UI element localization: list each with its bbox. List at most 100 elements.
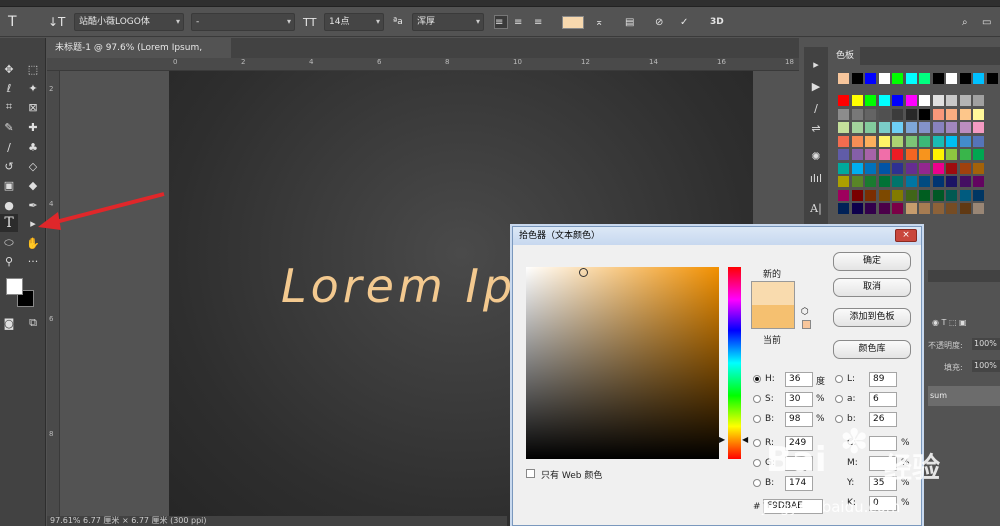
3d-icon[interactable]: 3D: [710, 13, 724, 31]
hue-slider-left-arrow[interactable]: ▶: [719, 435, 725, 444]
swatch[interactable]: [892, 203, 903, 214]
swatch[interactable]: [878, 95, 890, 106]
font-size-select[interactable]: 14点 ▾: [324, 13, 384, 31]
swatch[interactable]: [919, 73, 930, 84]
history-panel-icon[interactable]: ▸: [807, 55, 825, 73]
swatch[interactable]: [865, 135, 876, 147]
swatches-tab[interactable]: 色板: [830, 47, 861, 65]
swatch[interactable]: [959, 189, 971, 201]
swatch[interactable]: [919, 108, 930, 120]
swatch[interactable]: [973, 189, 984, 201]
swatch[interactable]: [959, 203, 971, 214]
swatch[interactable]: [878, 189, 890, 201]
workspace-icon[interactable]: ▭: [982, 13, 991, 31]
swatch[interactable]: [973, 203, 984, 214]
opacity-input[interactable]: 100%: [972, 338, 1000, 350]
history-brush-icon[interactable]: ↺: [0, 157, 18, 175]
swatch[interactable]: [878, 162, 890, 174]
align-right-button[interactable]: ≡: [534, 13, 542, 31]
search-icon[interactable]: ⌕: [962, 13, 968, 31]
swatch[interactable]: [905, 108, 917, 120]
menu-bar[interactable]: [0, 0, 1000, 7]
web-safe-swatch[interactable]: [802, 320, 811, 329]
histogram-icon[interactable]: ılıl: [807, 169, 825, 187]
swatch[interactable]: [878, 135, 890, 147]
swatch[interactable]: [932, 108, 944, 120]
swatch[interactable]: [838, 122, 849, 133]
layer-row[interactable]: sum: [928, 386, 1000, 406]
swatch[interactable]: [838, 176, 849, 187]
font-style-select[interactable]: - ▾: [191, 13, 295, 31]
swatch[interactable]: [959, 149, 971, 160]
swatch[interactable]: [919, 135, 930, 147]
type-tool-icon[interactable]: T: [0, 214, 18, 232]
swatch[interactable]: [851, 189, 863, 201]
text-color-swatch[interactable]: [562, 16, 584, 29]
quick-mask-icon[interactable]: ◙: [0, 314, 18, 332]
swatch[interactable]: [973, 95, 984, 106]
screen-mode-icon[interactable]: ⧉: [24, 314, 42, 332]
swatch[interactable]: [892, 108, 903, 120]
swatch[interactable]: [973, 108, 984, 120]
swatch[interactable]: [946, 135, 957, 147]
hue-slider[interactable]: [728, 267, 741, 459]
warp-text-icon[interactable]: ⌅: [595, 13, 603, 31]
swatch[interactable]: [932, 149, 944, 160]
swatch[interactable]: [959, 95, 971, 106]
antialias-select[interactable]: 浑厚 ▾: [412, 13, 484, 31]
cube-icon[interactable]: ⬡: [801, 307, 809, 317]
swatch[interactable]: [946, 95, 957, 106]
swatch[interactable]: [946, 149, 957, 160]
swatch[interactable]: [932, 203, 944, 214]
swatch[interactable]: [905, 176, 917, 187]
swatch[interactable]: [865, 189, 876, 201]
eyedropper-icon[interactable]: ✎: [0, 118, 18, 136]
swatch[interactable]: [851, 203, 863, 214]
radio-h[interactable]: [753, 375, 761, 383]
swatch[interactable]: [865, 149, 876, 160]
swatch[interactable]: [959, 176, 971, 187]
sun-icon[interactable]: ✺: [807, 147, 825, 165]
swatch[interactable]: [932, 73, 944, 84]
layer-filter-icons[interactable]: ◉ T ⬚ ▣: [932, 318, 967, 327]
swatch[interactable]: [892, 176, 903, 187]
swatch[interactable]: [838, 189, 849, 201]
brush-tool-icon[interactable]: ∕: [0, 138, 18, 156]
magic-wand-icon[interactable]: ✦: [24, 79, 42, 97]
swatch[interactable]: [973, 122, 984, 133]
swatch[interactable]: [919, 189, 930, 201]
swatch[interactable]: [932, 189, 944, 201]
l-input[interactable]: 89: [869, 372, 897, 387]
gradient-tool-icon[interactable]: ▣: [0, 176, 18, 194]
ok-button[interactable]: 确定: [833, 252, 911, 271]
color-field-marker[interactable]: [579, 268, 588, 277]
crop-tool-icon[interactable]: ⌗: [0, 98, 18, 116]
character-panel-icon[interactable]: ▤: [625, 13, 634, 31]
swatch[interactable]: [946, 176, 957, 187]
swatch[interactable]: [959, 135, 971, 147]
swatch[interactable]: [905, 149, 917, 160]
shape-tool-icon[interactable]: ⬭: [0, 234, 18, 252]
swatch[interactable]: [905, 135, 917, 147]
swatch[interactable]: [959, 162, 971, 174]
swatch[interactable]: [865, 73, 876, 84]
h-input[interactable]: 36: [785, 372, 813, 387]
swatch[interactable]: [973, 73, 984, 84]
current-color-swatch[interactable]: [751, 305, 795, 329]
add-to-swatches-button[interactable]: 添加到色板: [833, 308, 911, 327]
only-web-colors-checkbox[interactable]: [526, 469, 535, 478]
swatch[interactable]: [851, 95, 863, 106]
play-action-icon[interactable]: ▶: [807, 77, 825, 95]
move-tool-icon[interactable]: ✥: [0, 60, 18, 78]
swatch[interactable]: [851, 73, 863, 84]
more-tools-icon[interactable]: ···: [24, 252, 42, 270]
swatch[interactable]: [905, 203, 917, 214]
marquee-tool-icon[interactable]: ⬚: [24, 60, 42, 78]
swatch[interactable]: [892, 122, 903, 133]
swatch[interactable]: [892, 149, 903, 160]
swatch[interactable]: [865, 203, 876, 214]
swatch[interactable]: [865, 176, 876, 187]
swatch[interactable]: [851, 135, 863, 147]
fill-input[interactable]: 100%: [972, 360, 1000, 372]
dialog-close-button[interactable]: ×: [895, 229, 917, 242]
